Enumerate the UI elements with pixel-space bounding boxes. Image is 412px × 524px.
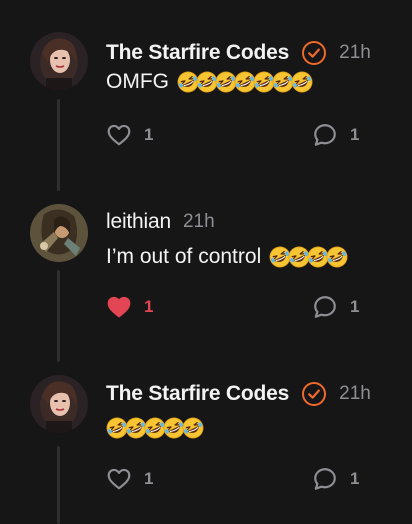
rofl-emoji-icon bbox=[326, 246, 348, 268]
reply-bubble-icon bbox=[312, 122, 338, 148]
avatar[interactable] bbox=[30, 32, 88, 90]
like-button[interactable]: 1 bbox=[106, 122, 153, 148]
like-count: 1 bbox=[144, 125, 154, 144]
thread-connector-line bbox=[57, 99, 60, 191]
verified-badge-icon bbox=[301, 40, 327, 66]
post-text: I’m out of control bbox=[106, 245, 345, 269]
post-header: The Starfire Codes 21h bbox=[106, 379, 371, 409]
reply-button[interactable]: 1 bbox=[312, 122, 359, 148]
reply-bubble-icon bbox=[312, 294, 338, 320]
heart-filled-icon bbox=[106, 294, 132, 320]
post-header: leithian 21h bbox=[106, 207, 215, 237]
timestamp[interactable]: 21h bbox=[183, 211, 215, 233]
post-actions: 1 1 bbox=[106, 294, 376, 322]
reply-count: 1 bbox=[350, 469, 360, 488]
heart-outline-icon bbox=[106, 466, 132, 492]
timestamp[interactable]: 21h bbox=[339, 383, 371, 405]
author-name[interactable]: The Starfire Codes bbox=[106, 382, 289, 406]
reply-button[interactable]: 1 bbox=[312, 294, 359, 320]
timestamp[interactable]: 21h bbox=[339, 42, 371, 64]
thread-connector-line bbox=[57, 270, 60, 362]
avatar[interactable] bbox=[30, 375, 88, 433]
rofl-emoji-icon bbox=[182, 417, 204, 439]
emoji-group bbox=[106, 417, 201, 439]
reply-button[interactable]: 1 bbox=[312, 466, 359, 492]
like-button[interactable]: 1 bbox=[106, 466, 153, 492]
avatar[interactable] bbox=[30, 204, 88, 262]
post-actions: 1 1 bbox=[106, 466, 376, 494]
post-header: The Starfire Codes 21h bbox=[106, 38, 371, 68]
emoji-group bbox=[269, 246, 345, 268]
reply-bubble-icon bbox=[312, 466, 338, 492]
reply-count: 1 bbox=[350, 297, 360, 316]
like-count: 1 bbox=[144, 469, 154, 488]
post-actions: 1 1 bbox=[106, 122, 376, 150]
author-name[interactable]: leithian bbox=[106, 210, 171, 234]
verified-badge-icon bbox=[301, 381, 327, 407]
thread-connector-line bbox=[57, 446, 60, 524]
post-text-content: I’m out of control bbox=[106, 245, 262, 268]
like-count: 1 bbox=[144, 297, 154, 316]
like-button[interactable]: 1 bbox=[106, 294, 153, 320]
rofl-emoji-icon bbox=[291, 71, 313, 93]
reply-count: 1 bbox=[350, 125, 360, 144]
post-text: OMFG bbox=[106, 70, 310, 94]
author-name[interactable]: The Starfire Codes bbox=[106, 41, 289, 65]
post-text bbox=[106, 417, 201, 439]
thread: The Starfire Codes 21h OMFG 1 1 leithian… bbox=[0, 0, 412, 524]
post-text-content: OMFG bbox=[106, 70, 169, 93]
heart-outline-icon bbox=[106, 122, 132, 148]
emoji-group bbox=[177, 71, 310, 93]
